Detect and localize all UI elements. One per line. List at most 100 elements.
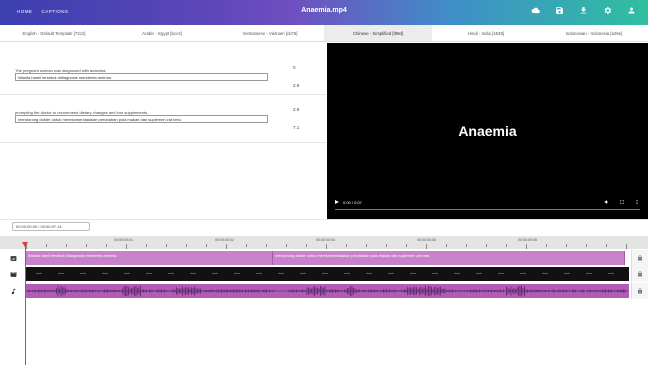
translation-input[interactable]: Wanita hamil tersebut didiagnosis mender… [15,73,268,81]
film-frame-mark [190,273,196,274]
app-header: HOME CAPTIONS Anaemia.mp4 [0,0,648,25]
ruler-tick [46,244,47,247]
film-frame-mark [366,273,372,274]
video-lane [26,266,629,282]
timecode-display: 00:00:00.00 / 00:00:07.14 [12,222,90,231]
ruler-tick [386,244,387,247]
timeline-ruler[interactable]: 00:00:00:01 00:00:00:02 00:00:00:04 00:0… [0,236,648,249]
download-icon[interactable] [579,6,588,15]
caption-segment[interactable]: Wanita hamil tersebut didiagnosis mender… [26,251,273,265]
tab-english[interactable]: English - Default Template [72c2] [0,25,108,41]
tab-vietnamese[interactable]: Vietnamese - Vietnam [cb76] [216,25,324,41]
account-icon[interactable] [627,6,636,15]
ruler-tick [186,244,187,247]
ruler-tick [206,244,207,247]
ruler-label: 00:00:00:01 [114,238,133,242]
subtitles-icon [10,255,16,261]
ruler-tick [606,244,607,247]
save-icon[interactable] [555,6,564,15]
play-icon[interactable] [335,200,339,204]
tab-arabic[interactable]: Arabic - Egypt [bcc4] [108,25,216,41]
film-frame-mark [168,273,174,274]
header-actions [531,6,636,15]
volume-icon[interactable] [604,199,610,205]
cloud-icon[interactable] [531,6,540,15]
film-frame-mark [256,273,262,274]
video-overlay-title: Anaemia [458,123,517,139]
film-frame-mark [432,273,438,274]
ruler-tick [226,244,227,249]
ruler-tick [546,244,547,247]
audio-lane [26,283,629,299]
video-time: 0:00 / 0:07 [343,200,362,205]
ruler-tick [66,244,67,247]
film-frame-mark [322,273,328,274]
lock-icon [638,255,642,261]
ruler-tick [166,244,167,247]
ruler-tick [486,244,487,247]
ruler-tick [286,244,287,247]
end-time[interactable]: 2.9 [293,83,299,88]
caption-track-label [0,250,26,266]
ruler-tick [306,244,307,247]
film-frame-mark [476,273,482,274]
ruler-label: 00:00:00:02 [215,238,234,242]
video-clip[interactable] [26,267,629,281]
video-controls: 0:00 / 0:07 [327,199,648,210]
fullscreen-icon[interactable] [619,199,625,205]
caption-track: Wanita hamil tersebut didiagnosis mender… [0,250,648,266]
film-frame-mark [80,273,86,274]
tab-chinese[interactable]: Chinese - Simplified [f98d] [324,25,432,41]
ruler-tick [526,244,527,249]
film-frame-mark [520,273,526,274]
video-track [0,266,648,282]
ruler-tick [106,244,107,247]
audio-track-label [0,283,26,299]
ruler-tick [426,244,427,249]
film-frame-mark [300,273,306,274]
tab-indonesian[interactable]: Indonesian - Indonesia [a26e] [540,25,648,41]
video-player[interactable]: Anaemia 0:00 / 0:07 [327,43,648,219]
start-time[interactable]: 0 [293,65,296,70]
film-frame-mark [564,273,570,274]
ruler-tick [266,244,267,247]
ruler-tick [146,244,147,247]
film-frame-mark [410,273,416,274]
film-frame-mark [278,273,284,274]
start-time[interactable]: 2.9 [293,107,299,112]
subtitle-row: The pregnant woman was diagnosed with an… [0,43,326,95]
more-vert-icon[interactable] [634,199,640,205]
film-frame-mark [146,273,152,274]
film-icon [10,271,16,277]
film-frame-mark [124,273,130,274]
playhead[interactable] [25,243,26,365]
ruler-tick [366,244,367,247]
caption-track-lock[interactable] [631,250,648,266]
ruler-label: 00:00:00:05 [417,238,436,242]
end-time[interactable]: 7.1 [293,125,299,130]
caption-lane: Wanita hamil tersebut didiagnosis mender… [26,250,629,266]
tab-hindi[interactable]: Hindi - India [4538] [432,25,540,41]
video-track-lock[interactable] [631,266,648,282]
caption-segment[interactable]: mendorong dokter untuk merekomendasikan … [273,251,625,265]
lock-icon [638,288,642,294]
film-frame-mark [234,273,240,274]
panel-divider [0,219,648,220]
subtitle-list: The pregnant woman was diagnosed with an… [0,43,326,219]
settings-icon[interactable] [603,6,612,15]
film-frame-mark [102,273,108,274]
seek-bar[interactable] [335,209,640,210]
audio-track-lock[interactable] [631,283,648,299]
ruler-tick [506,244,507,247]
ruler-label: 00:00:00:04 [316,238,335,242]
video-track-label [0,266,26,282]
ruler-tick [586,244,587,247]
film-frame-mark [58,273,64,274]
film-frame-mark [608,273,614,274]
ruler-tick [346,244,347,247]
lock-icon [638,271,642,277]
ruler-tick [446,244,447,247]
translation-input[interactable]: mendorong dokter untuk merekomendasikan … [15,115,268,123]
audio-clip[interactable] [26,284,629,298]
film-frame-mark [388,273,394,274]
